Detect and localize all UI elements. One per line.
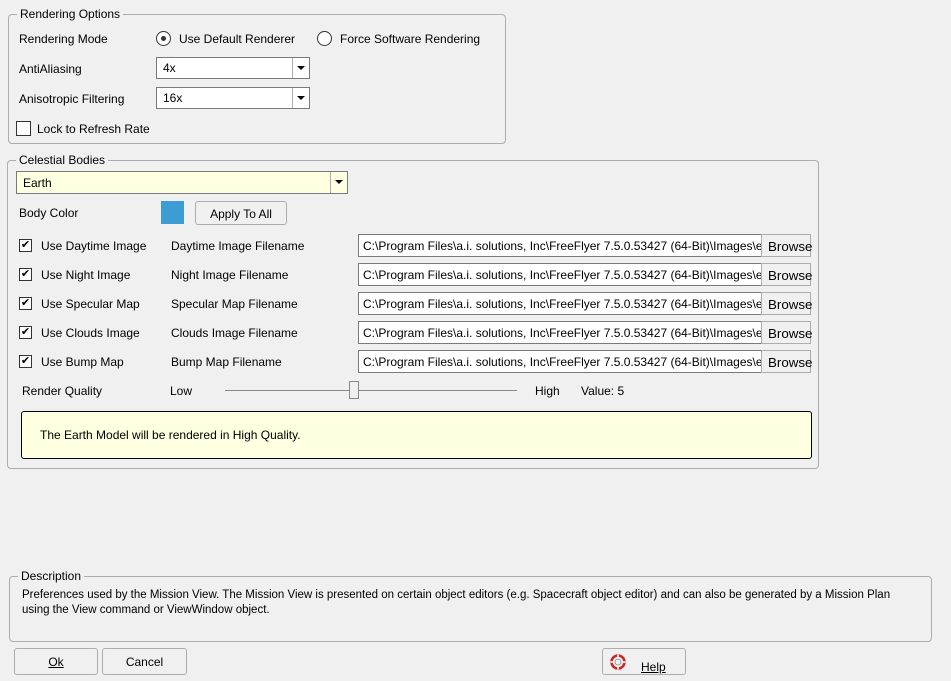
image-filename-label: Bump Map Filename bbox=[171, 355, 282, 369]
image-enable-checkbox[interactable]: ✔ bbox=[19, 297, 32, 310]
radio-software-rendering[interactable]: Force Software Rendering bbox=[317, 30, 487, 48]
celestial-body-dropdown[interactable]: Earth bbox=[16, 171, 348, 194]
antialiasing-value: 4x bbox=[163, 61, 176, 75]
image-enable-checkbox-row[interactable]: ✔ Use Night Image bbox=[19, 267, 159, 285]
help-button[interactable]: Help bbox=[602, 648, 686, 675]
apply-to-all-button[interactable]: Apply To All bbox=[195, 201, 287, 225]
chevron-down-icon[interactable] bbox=[330, 172, 347, 193]
image-enable-label: Use Specular Map bbox=[41, 297, 140, 311]
cancel-button[interactable]: Cancel bbox=[102, 648, 187, 675]
image-path-input[interactable]: C:\Program Files\a.i. solutions, Inc\Fre… bbox=[358, 234, 762, 257]
description-text-line1: Preferences used by the Mission View. Th… bbox=[22, 589, 891, 601]
checkmark-icon: ✔ bbox=[20, 326, 31, 338]
image-path-value: C:\Program Files\a.i. solutions, Inc\Fre… bbox=[363, 268, 762, 282]
chevron-down-icon[interactable] bbox=[292, 58, 309, 78]
celestial-bodies-title: Celestial Bodies bbox=[16, 152, 109, 168]
image-path-input[interactable]: C:\Program Files\a.i. solutions, Inc\Fre… bbox=[358, 292, 762, 315]
slider-track bbox=[225, 390, 517, 391]
image-filename-label: Clouds Image Filename bbox=[171, 326, 298, 340]
slider-low-label: Low bbox=[170, 384, 193, 398]
anisotropic-value: 16x bbox=[163, 91, 183, 105]
description-text-line2: using the View command or ViewWindow obj… bbox=[22, 604, 270, 616]
lock-refresh-checkbox-row[interactable]: Lock to Refresh Rate bbox=[16, 120, 156, 138]
image-enable-label: Use Daytime Image bbox=[41, 239, 147, 253]
image-enable-checkbox[interactable]: ✔ bbox=[19, 239, 32, 252]
image-path-value: C:\Program Files\a.i. solutions, Inc\Fre… bbox=[363, 297, 762, 311]
radio-software-rendering-label: Force Software Rendering bbox=[340, 32, 481, 46]
radio-default-renderer-button[interactable] bbox=[156, 31, 171, 46]
slider-value-label: Value: 5 bbox=[581, 384, 625, 398]
checkmark-icon: ✔ bbox=[20, 239, 31, 251]
celestial-body-value: Earth bbox=[23, 176, 52, 190]
body-color-swatch[interactable] bbox=[161, 201, 184, 224]
checkmark-icon: ✔ bbox=[20, 355, 31, 367]
image-path-input[interactable]: C:\Program Files\a.i. solutions, Inc\Fre… bbox=[358, 263, 762, 286]
antialiasing-label: AntiAliasing bbox=[19, 62, 82, 76]
image-enable-checkbox[interactable]: ✔ bbox=[19, 355, 32, 368]
quality-note-box: The Earth Model will be rendered in High… bbox=[21, 411, 812, 459]
image-filename-label: Specular Map Filename bbox=[171, 297, 298, 311]
render-quality-label: Render Quality bbox=[22, 384, 103, 398]
rendering-mode-label: Rendering Mode bbox=[19, 32, 108, 46]
antialiasing-dropdown[interactable]: 4x bbox=[156, 57, 310, 79]
image-enable-checkbox-row[interactable]: ✔ Use Clouds Image bbox=[19, 325, 159, 343]
description-title: Description bbox=[18, 568, 85, 584]
anisotropic-label: Anisotropic Filtering bbox=[19, 92, 125, 106]
browse-button[interactable]: Browse bbox=[761, 263, 812, 286]
radio-software-rendering-button[interactable] bbox=[317, 31, 332, 46]
image-path-value: C:\Program Files\a.i. solutions, Inc\Fre… bbox=[363, 355, 762, 369]
image-path-value: C:\Program Files\a.i. solutions, Inc\Fre… bbox=[363, 326, 762, 340]
radio-default-renderer-label: Use Default Renderer bbox=[179, 32, 296, 46]
image-path-input[interactable]: C:\Program Files\a.i. solutions, Inc\Fre… bbox=[358, 350, 762, 373]
lock-refresh-checkbox[interactable] bbox=[16, 121, 31, 136]
radio-selected-dot bbox=[161, 36, 166, 41]
browse-button[interactable]: Browse bbox=[761, 350, 812, 373]
slider-thumb[interactable] bbox=[349, 381, 359, 399]
slider-high-label: High bbox=[535, 384, 560, 398]
checkmark-icon: ✔ bbox=[20, 297, 31, 309]
help-button-label: Help bbox=[641, 660, 666, 674]
ok-button[interactable]: Ok bbox=[14, 648, 98, 675]
image-enable-checkbox-row[interactable]: ✔ Use Specular Map bbox=[19, 296, 159, 314]
image-filename-label: Night Image Filename bbox=[171, 268, 289, 282]
browse-button[interactable]: Browse bbox=[761, 321, 812, 344]
image-enable-checkbox-row[interactable]: ✔ Use Bump Map bbox=[19, 354, 159, 372]
quality-note-text: The Earth Model will be rendered in High… bbox=[40, 428, 301, 442]
browse-button[interactable]: Browse bbox=[761, 292, 812, 315]
image-enable-checkbox[interactable]: ✔ bbox=[19, 326, 32, 339]
body-color-label: Body Color bbox=[19, 206, 79, 220]
image-path-input[interactable]: C:\Program Files\a.i. solutions, Inc\Fre… bbox=[358, 321, 762, 344]
anisotropic-dropdown[interactable]: 16x bbox=[156, 87, 310, 109]
lifebuoy-icon bbox=[610, 654, 626, 670]
ok-button-label: Ok bbox=[48, 655, 64, 669]
chevron-down-icon[interactable] bbox=[292, 88, 309, 108]
image-enable-label: Use Bump Map bbox=[41, 355, 124, 369]
image-enable-label: Use Clouds Image bbox=[41, 326, 140, 340]
browse-button[interactable]: Browse bbox=[761, 234, 812, 257]
image-enable-label: Use Night Image bbox=[41, 268, 131, 282]
render-quality-slider[interactable] bbox=[225, 380, 517, 402]
rendering-options-title: Rendering Options bbox=[17, 6, 124, 22]
image-enable-checkbox-row[interactable]: ✔ Use Daytime Image bbox=[19, 238, 159, 256]
image-enable-checkbox[interactable]: ✔ bbox=[19, 268, 32, 281]
lock-refresh-label: Lock to Refresh Rate bbox=[37, 122, 150, 136]
checkmark-icon: ✔ bbox=[20, 268, 31, 280]
radio-default-renderer[interactable]: Use Default Renderer bbox=[156, 30, 306, 48]
image-filename-label: Daytime Image Filename bbox=[171, 239, 305, 253]
image-path-value: C:\Program Files\a.i. solutions, Inc\Fre… bbox=[363, 239, 762, 253]
